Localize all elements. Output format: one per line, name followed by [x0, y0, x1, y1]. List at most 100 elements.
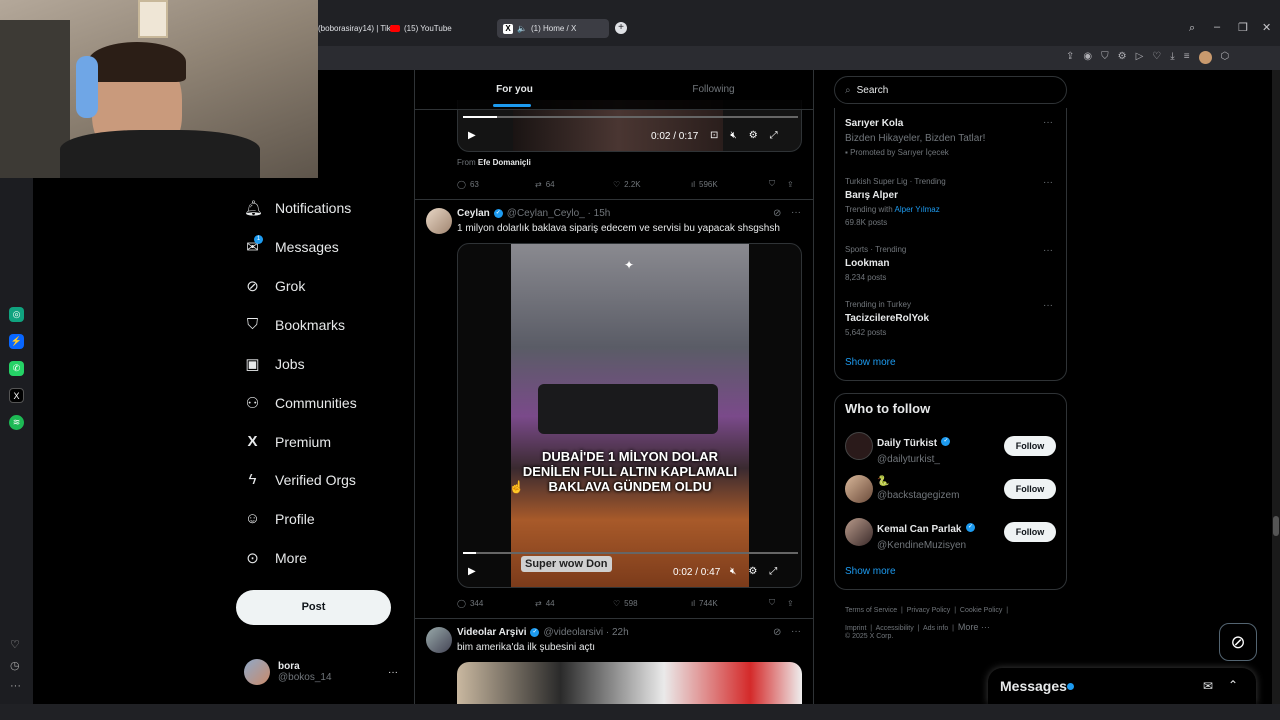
trend-link[interactable]: Alper Yılmaz: [895, 205, 940, 214]
video-progress-track[interactable]: [463, 552, 798, 554]
close-icon[interactable]: ✕: [1262, 21, 1271, 34]
author-handle[interactable]: @videolarsivi · 22h: [543, 627, 628, 638]
heart-icon[interactable]: ♡: [1152, 51, 1161, 64]
new-tab-icon[interactable]: +: [615, 22, 627, 34]
grok-icon[interactable]: ⊘: [773, 208, 781, 219]
cube-icon[interactable]: ⬡: [1221, 51, 1230, 64]
search-input[interactable]: Search: [857, 85, 889, 96]
tab-youtube[interactable]: (15) YouTube: [384, 19, 458, 38]
video-progress-track[interactable]: [463, 116, 798, 118]
repost-button[interactable]: ⇄ 44: [535, 598, 613, 608]
post3-image[interactable]: [457, 662, 802, 704]
grok-icon[interactable]: ⊘: [1219, 623, 1257, 661]
footer-link[interactable]: Privacy Policy: [907, 607, 951, 614]
share-icon[interactable]: ⇪: [787, 180, 794, 189]
follow-user[interactable]: Kemal Can Parlak ✓ @KendineMuzisyen: [877, 519, 975, 551]
nav-notifications[interactable]: 🔔︎ Notifications: [244, 199, 351, 217]
menu-icon[interactable]: ≡: [1184, 51, 1190, 64]
nav-profile[interactable]: ☺ Profile: [244, 510, 315, 527]
account-switcher[interactable]: bora @bokos_14: [244, 659, 332, 685]
nav-jobs[interactable]: ▣ Jobs: [244, 355, 304, 373]
spotify-icon[interactable]: ≋: [9, 415, 24, 430]
follow-button[interactable]: Follow: [1004, 479, 1056, 499]
follow-show-more[interactable]: Show more: [845, 566, 896, 577]
x-logo-icon[interactable]: X: [9, 388, 24, 403]
more-icon[interactable]: ···: [1043, 300, 1053, 311]
nav-communities[interactable]: ⚇ Communities: [244, 394, 357, 412]
settings-icon[interactable]: ⚙: [748, 566, 757, 577]
nav-bookmarks[interactable]: ⛉ Bookmarks: [244, 316, 345, 333]
nav-grok[interactable]: ⊘ Grok: [244, 277, 305, 295]
like-button[interactable]: ♡ 2.2K: [613, 179, 691, 189]
camera-icon[interactable]: ◉: [1083, 51, 1092, 64]
footer-link[interactable]: Accessibility: [876, 625, 914, 632]
author-name[interactable]: Ceylan: [457, 208, 490, 219]
minimize-icon[interactable]: –: [1214, 21, 1220, 33]
author-handle[interactable]: @Ceylan_Ceylo_ · 15h: [507, 208, 611, 219]
bookmark-icon[interactable]: ⛉: [769, 598, 775, 608]
trend-item[interactable]: Turkish Super Lig · Trending Barış Alper…: [845, 177, 1060, 227]
author-name[interactable]: Videolar Arşivi: [457, 627, 526, 638]
mute-icon[interactable]: 🔇︎: [730, 566, 736, 577]
footer-link[interactable]: Terms of Service: [845, 607, 897, 614]
trend-item[interactable]: Trending in Turkey TacizcilereRolYok 5,6…: [845, 300, 1060, 337]
settings-icon[interactable]: ⚙: [749, 130, 758, 141]
fullscreen-icon[interactable]: ⤢: [770, 130, 778, 141]
more-icon[interactable]: ···: [1043, 117, 1053, 128]
repost-button[interactable]: ⇄ 64: [535, 179, 613, 189]
clock-icon[interactable]: ◷: [10, 659, 20, 672]
footer-more[interactable]: More ···: [958, 622, 990, 632]
share-icon[interactable]: ⇪: [1066, 51, 1074, 64]
more-icon[interactable]: ···: [791, 207, 801, 218]
expand-icon[interactable]: ⌃: [1228, 678, 1238, 692]
play-icon[interactable]: ▶: [468, 130, 476, 141]
search-box[interactable]: ⌕ Search: [834, 76, 1067, 104]
search-icon[interactable]: ⌕: [1189, 22, 1195, 35]
nav-messages[interactable]: ✉ 1 Messages: [244, 235, 339, 256]
post-button[interactable]: Post: [236, 590, 391, 625]
vpn-icon[interactable]: ⚙: [1118, 51, 1127, 64]
share-icon[interactable]: ⇪: [787, 599, 794, 608]
post2-video[interactable]: ✦ DUBAİ'DE 1 MİLYON DOLAR DENİLEN FULL A…: [457, 243, 802, 588]
download-icon[interactable]: ⤓: [1170, 51, 1174, 64]
avatar[interactable]: [845, 518, 873, 546]
fullscreen-icon[interactable]: ⤢: [769, 566, 777, 577]
nav-verified-orgs[interactable]: ϟ Verified Orgs: [244, 471, 356, 488]
more-icon[interactable]: ···: [791, 626, 801, 637]
trend-item[interactable]: Sarıyer Kola Bizden Hikayeler, Bizden Ta…: [845, 118, 1060, 157]
follow-button[interactable]: Follow: [1004, 522, 1056, 542]
shield-icon[interactable]: ⛉: [1101, 51, 1109, 64]
tab-x-home[interactable]: X 🔈 (1) Home / X: [497, 19, 609, 38]
reply-button[interactable]: ◯ 344: [457, 598, 535, 608]
chatgpt-icon[interactable]: ◎: [9, 307, 24, 322]
nav-premium[interactable]: X Premium: [244, 433, 331, 450]
more-icon[interactable]: ···: [1043, 245, 1053, 256]
trend-item[interactable]: Sports · Trending Lookman 8,234 posts: [845, 245, 1060, 282]
scrollbar[interactable]: [1272, 70, 1280, 704]
profile-avatar-icon[interactable]: [1198, 51, 1212, 64]
avatar[interactable]: [845, 475, 873, 503]
captions-icon[interactable]: ⊡: [710, 130, 718, 141]
like-button[interactable]: ♡ 598: [613, 598, 691, 608]
whatsapp-icon[interactable]: ✆: [9, 361, 24, 376]
follow-user[interactable]: Daily Türkist ✓ @dailyturkist_: [877, 433, 951, 465]
grok-icon[interactable]: ⊘: [773, 627, 781, 638]
messenger-icon[interactable]: ⚡: [9, 334, 24, 349]
follow-user[interactable]: 🐍 @backstagegizem: [877, 476, 959, 501]
reply-button[interactable]: ◯ 63: [457, 179, 535, 189]
footer-link[interactable]: Ads info: [923, 625, 948, 632]
avatar[interactable]: [426, 627, 452, 653]
views-button[interactable]: ıl 596K: [691, 179, 769, 189]
avatar[interactable]: [845, 432, 873, 460]
more-icon[interactable]: ···: [1043, 177, 1053, 188]
from-name[interactable]: Efe Domaniçli: [478, 158, 531, 167]
play-icon[interactable]: ▶: [468, 566, 476, 577]
mute-icon[interactable]: 🔇︎: [730, 130, 736, 141]
nav-more[interactable]: ⊙ More: [244, 549, 307, 567]
views-button[interactable]: ıl 744K: [691, 598, 769, 608]
footer-link[interactable]: Imprint: [845, 625, 866, 632]
more-icon[interactable]: ···: [10, 680, 21, 692]
bookmark-icon[interactable]: ⛉: [769, 179, 775, 189]
tab-following[interactable]: Following: [614, 70, 813, 109]
account-more-icon[interactable]: ···: [388, 667, 398, 678]
